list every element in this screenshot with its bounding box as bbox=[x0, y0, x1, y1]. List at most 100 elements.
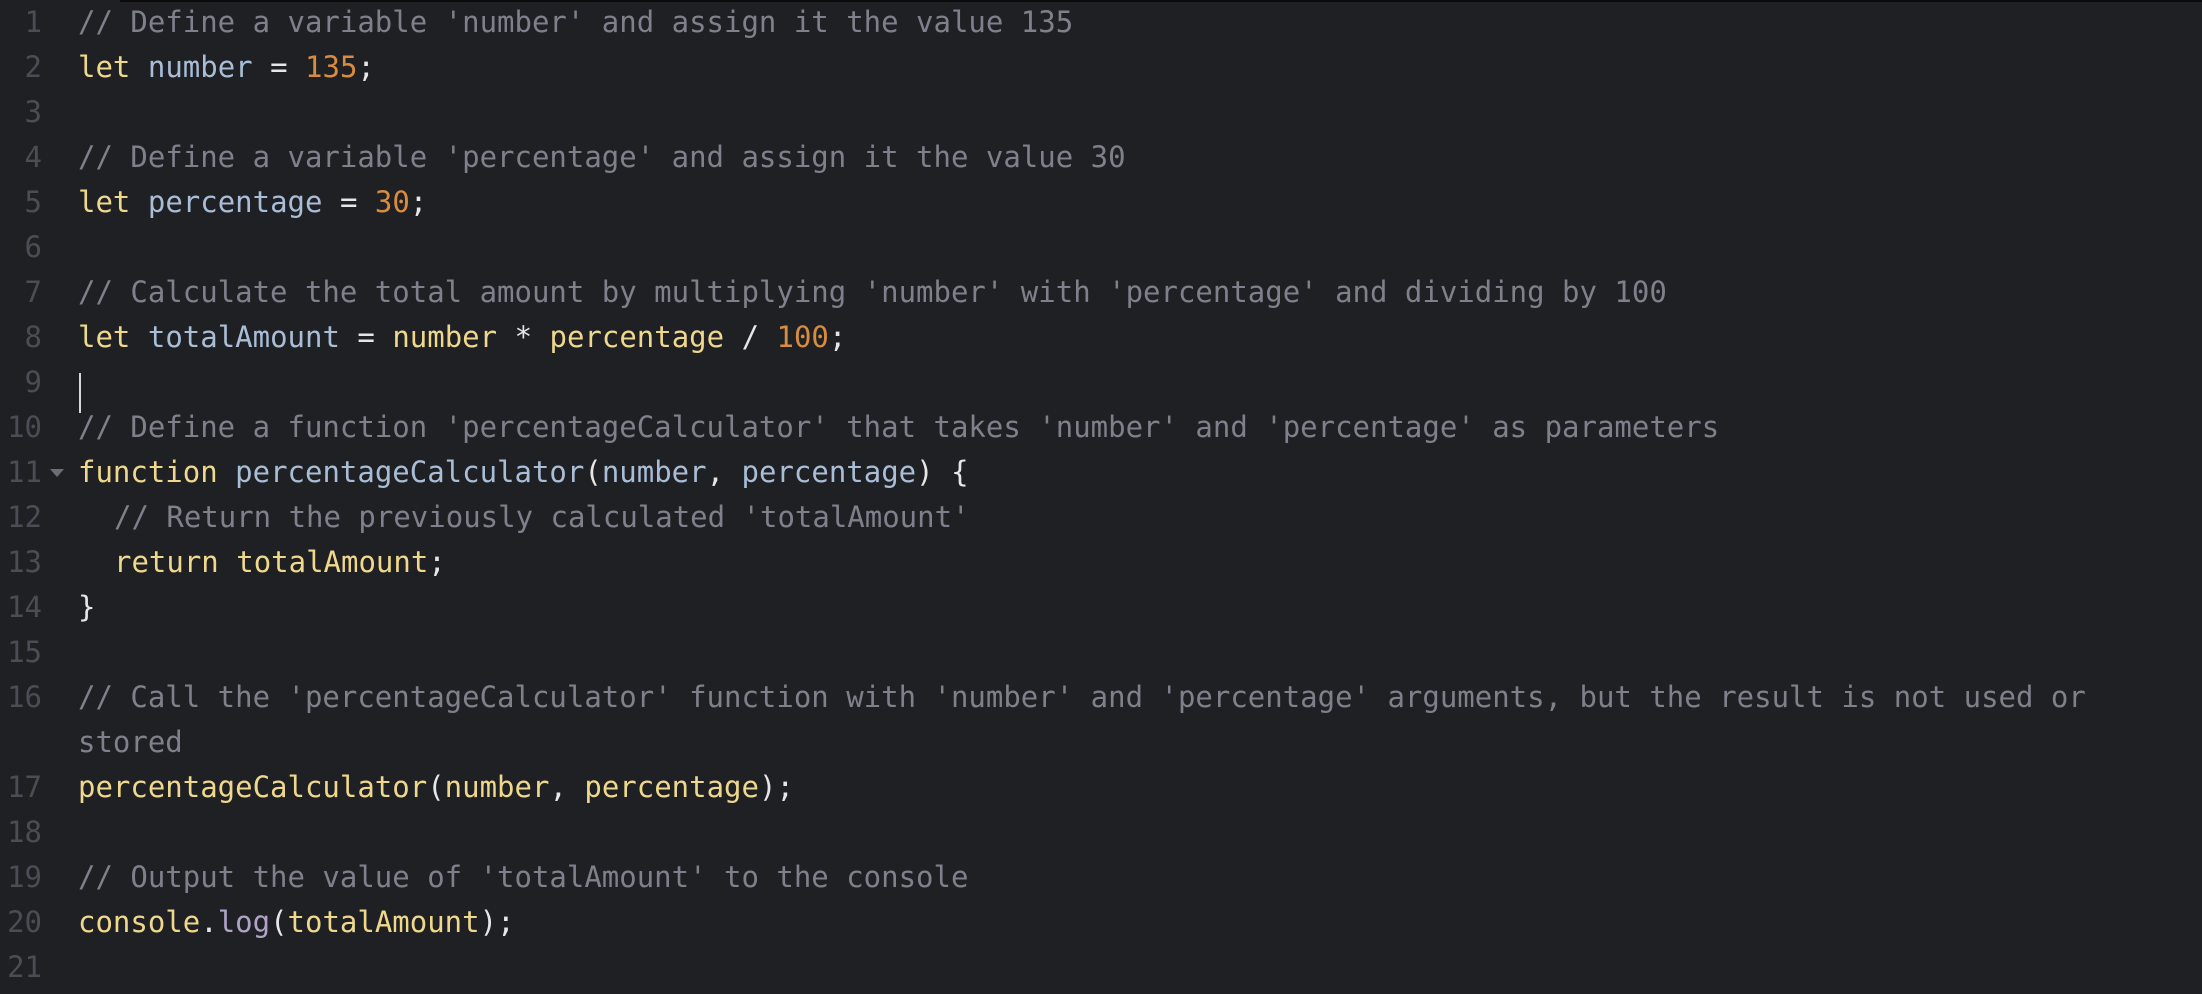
line-number: 15 bbox=[7, 635, 42, 669]
code-line-19[interactable]: 19 // Output the value of 'totalAmount' … bbox=[0, 855, 2202, 900]
identifier: percentage bbox=[549, 320, 725, 354]
code-comment: // Calculate the total amount by multipl… bbox=[78, 275, 1667, 309]
line-number: 16 bbox=[7, 680, 42, 714]
code-text: percentageCalculator(number, percentage)… bbox=[78, 765, 794, 810]
operator: / bbox=[741, 320, 760, 354]
method-log: log bbox=[217, 905, 271, 939]
object-console: console bbox=[78, 905, 201, 939]
argument: totalAmount bbox=[287, 905, 480, 939]
semicolon: ; bbox=[357, 50, 375, 84]
code-line-14[interactable]: 14 } bbox=[0, 585, 2202, 630]
paren: ) bbox=[916, 455, 934, 489]
code-line-3[interactable]: 3 bbox=[0, 90, 2202, 135]
number-literal: 135 bbox=[305, 50, 358, 84]
comma: , bbox=[549, 770, 567, 804]
code-line-8[interactable]: 8 let totalAmount = number * percentage … bbox=[0, 315, 2202, 360]
identifier: totalAmount bbox=[236, 545, 429, 579]
semicolon: ; bbox=[828, 320, 847, 354]
operator: = bbox=[357, 320, 375, 354]
function-call: percentageCalculator bbox=[78, 770, 428, 804]
line-number: 12 bbox=[7, 500, 42, 534]
line-number: 11 bbox=[7, 455, 42, 489]
parameter: number bbox=[601, 455, 707, 489]
line-number: 6 bbox=[24, 230, 42, 264]
code-text: console.log(totalAmount); bbox=[78, 900, 515, 945]
paren: ) bbox=[479, 905, 498, 939]
paren: ) bbox=[758, 770, 777, 804]
operator: = bbox=[339, 185, 358, 219]
number-literal: 30 bbox=[374, 185, 410, 219]
keyword-let: let bbox=[78, 185, 131, 219]
code-text: let totalAmount = number * percentage / … bbox=[78, 315, 846, 360]
line-number: 21 bbox=[7, 950, 42, 984]
code-line-10[interactable]: 10 // Define a function 'percentageCalcu… bbox=[0, 405, 2202, 450]
operator: * bbox=[514, 320, 533, 354]
parameter: percentage bbox=[741, 455, 917, 489]
code-line-12[interactable]: 12 // Return the previously calculated '… bbox=[0, 495, 2202, 540]
code-text: return totalAmount; bbox=[78, 540, 446, 585]
comma: , bbox=[706, 455, 725, 489]
keyword-function: function bbox=[78, 455, 218, 489]
code-text: function percentageCalculator(number, pe… bbox=[78, 450, 969, 495]
variable-name: number bbox=[147, 50, 253, 84]
line-number: 9 bbox=[24, 365, 42, 399]
semicolon: ; bbox=[428, 545, 446, 579]
code-line-4[interactable]: 4 // Define a variable 'percentage' and … bbox=[0, 135, 2202, 180]
argument: number bbox=[444, 770, 550, 804]
line-number: 4 bbox=[24, 140, 42, 174]
code-line-13[interactable]: 13 return totalAmount; bbox=[0, 540, 2202, 585]
argument: percentage bbox=[584, 770, 759, 804]
identifier: number bbox=[392, 320, 498, 354]
keyword-return: return bbox=[114, 545, 219, 579]
line-number: 1 bbox=[24, 5, 42, 39]
function-name: percentageCalculator bbox=[235, 455, 585, 489]
code-comment: // Define a variable 'percentage' and as… bbox=[78, 140, 1126, 174]
code-line-11[interactable]: 11 function percentageCalculator(number,… bbox=[0, 450, 2202, 495]
code-line-18[interactable]: 18 bbox=[0, 810, 2202, 855]
line-number: 20 bbox=[7, 905, 42, 939]
line-number: 10 bbox=[7, 410, 42, 444]
brace: } bbox=[78, 590, 96, 624]
operator: = bbox=[270, 50, 288, 84]
dot: . bbox=[200, 905, 218, 939]
line-number: 8 bbox=[24, 320, 42, 354]
code-line-6[interactable]: 6 bbox=[0, 225, 2202, 270]
semicolon: ; bbox=[497, 905, 515, 939]
code-line-2[interactable]: 2 let number = 135; bbox=[0, 45, 2202, 90]
code-line-5[interactable]: 5 let percentage = 30; bbox=[0, 180, 2202, 225]
code-line-21[interactable]: 21 bbox=[0, 945, 2202, 990]
code-line-20[interactable]: 20 console.log(totalAmount); bbox=[0, 900, 2202, 945]
code-comment: // Output the value of 'totalAmount' to … bbox=[78, 860, 969, 894]
line-number: 18 bbox=[7, 815, 42, 849]
line-number: 5 bbox=[24, 185, 42, 219]
code-line-15[interactable]: 15 bbox=[0, 630, 2202, 675]
line-number: 7 bbox=[24, 275, 42, 309]
code-comment: // Define a function 'percentageCalculat… bbox=[78, 410, 1720, 444]
line-number: 17 bbox=[7, 770, 42, 804]
keyword-let: let bbox=[78, 320, 131, 354]
paren: ( bbox=[427, 770, 445, 804]
semicolon: ; bbox=[409, 185, 428, 219]
code-line-16[interactable]: 16 // Call the 'percentageCalculator' fu… bbox=[0, 675, 2202, 765]
code-comment: // Call the 'percentageCalculator' funct… bbox=[78, 680, 2086, 714]
line-number: 13 bbox=[7, 545, 42, 579]
code-comment: // Define a variable 'number' and assign… bbox=[78, 5, 1074, 39]
code-text: let number = 135; bbox=[78, 45, 375, 90]
code-line-1[interactable]: 1 // Define a variable 'number' and assi… bbox=[0, 0, 2202, 45]
code-line-7[interactable]: 7 // Calculate the total amount by multi… bbox=[0, 270, 2202, 315]
paren: ( bbox=[270, 905, 288, 939]
line-number: 14 bbox=[7, 590, 42, 624]
variable-name: totalAmount bbox=[147, 320, 340, 354]
line-number: 19 bbox=[7, 860, 42, 894]
code-comment-wrap: stored bbox=[78, 725, 183, 759]
line-number: 2 bbox=[24, 50, 42, 84]
fold-chevron-down-icon[interactable] bbox=[50, 469, 64, 477]
semicolon: ; bbox=[776, 770, 794, 804]
paren: ( bbox=[584, 455, 602, 489]
code-editor[interactable]: 1 // Define a variable 'number' and assi… bbox=[0, 0, 2202, 994]
number-literal: 100 bbox=[776, 320, 829, 354]
code-line-9[interactable]: 9 bbox=[0, 360, 2202, 405]
code-line-17[interactable]: 17 percentageCalculator(number, percenta… bbox=[0, 765, 2202, 810]
keyword-let: let bbox=[78, 50, 131, 84]
brace: { bbox=[951, 455, 969, 489]
